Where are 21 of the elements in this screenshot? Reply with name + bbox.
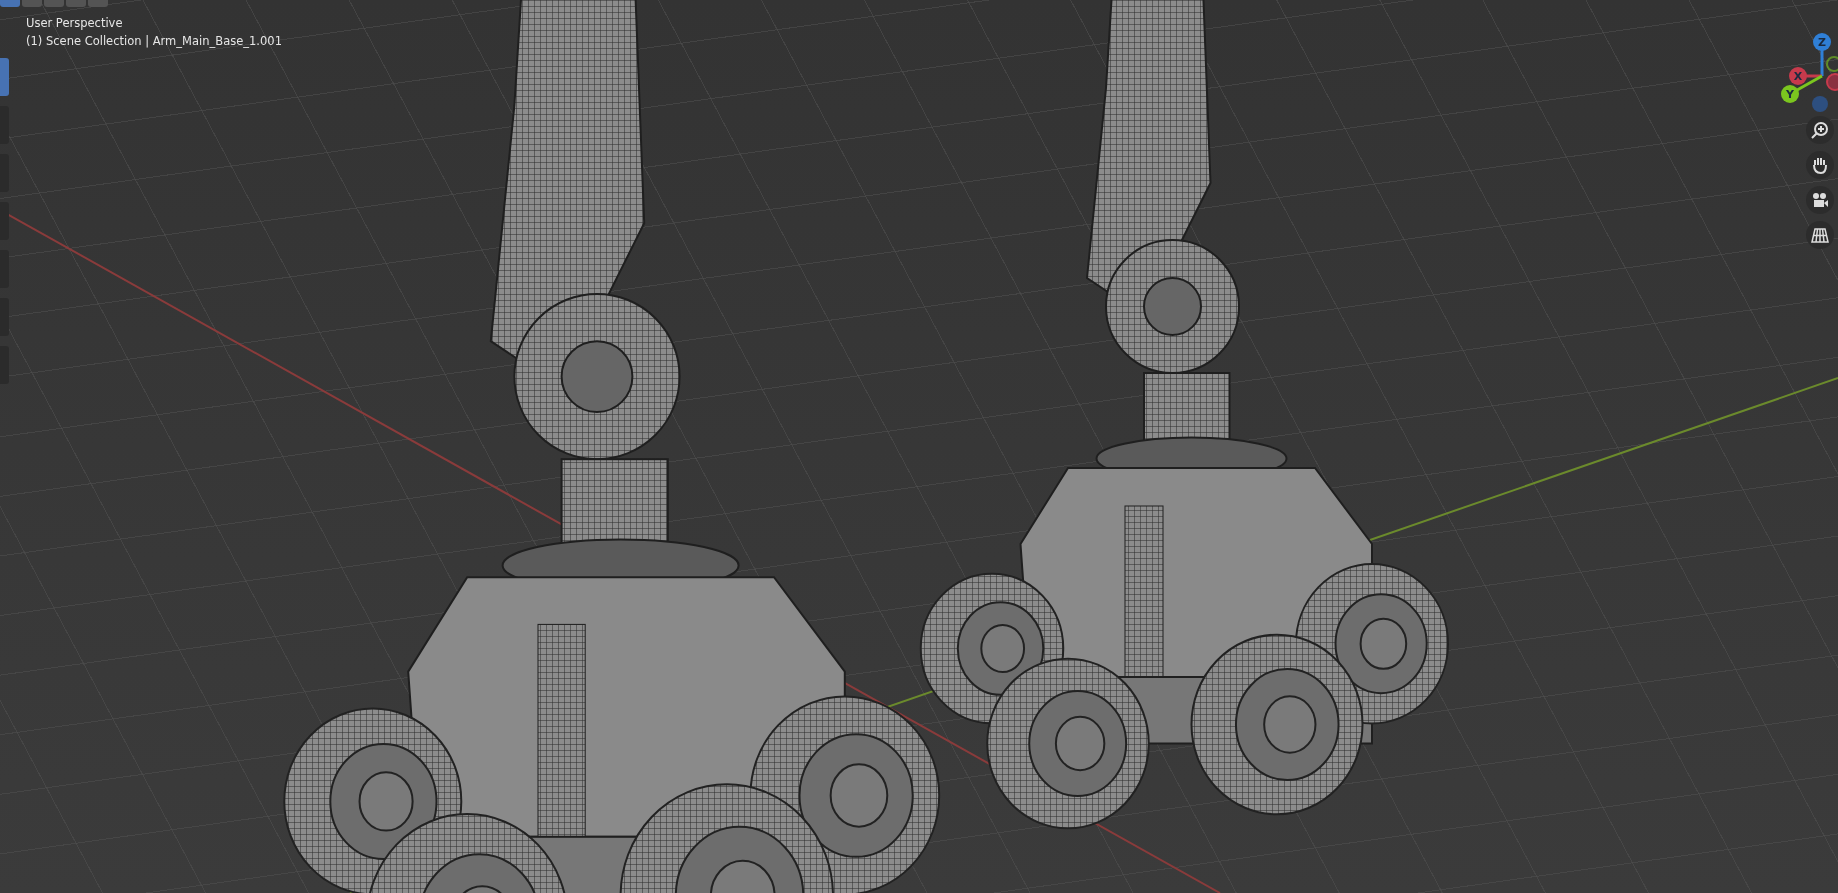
tool-button[interactable] [0, 106, 9, 144]
collection-label: (1) Scene Collection | Arm_Main_Base_1.001 [26, 34, 282, 48]
select-mode-button[interactable] [88, 0, 108, 7]
view-name: User Perspective [26, 16, 124, 30]
tool-button[interactable] [0, 202, 9, 240]
grid-icon[interactable] [1806, 221, 1834, 249]
select-mode-button[interactable] [66, 0, 86, 7]
tool-button[interactable] [0, 250, 9, 288]
axis-handle[interactable]: Z [1813, 33, 1831, 76]
axis-label: Z [1818, 36, 1826, 49]
hand-icon[interactable] [1806, 151, 1834, 179]
axis-label: Y [1786, 88, 1794, 101]
select-mode-button[interactable] [44, 0, 64, 7]
tool-button[interactable] [0, 346, 9, 384]
3d-viewport[interactable]: User Perspective (1) Scene Collection | Arm_Main_Base_1.001 Z X Y [0, 0, 1838, 893]
select-mode-button[interactable] [0, 0, 20, 7]
tool-button[interactable] [0, 298, 9, 336]
zoom-icon[interactable] [1806, 116, 1834, 144]
tool-button[interactable] [0, 58, 9, 96]
camera-icon[interactable] [1806, 186, 1834, 214]
select-mode-button[interactable] [22, 0, 42, 7]
